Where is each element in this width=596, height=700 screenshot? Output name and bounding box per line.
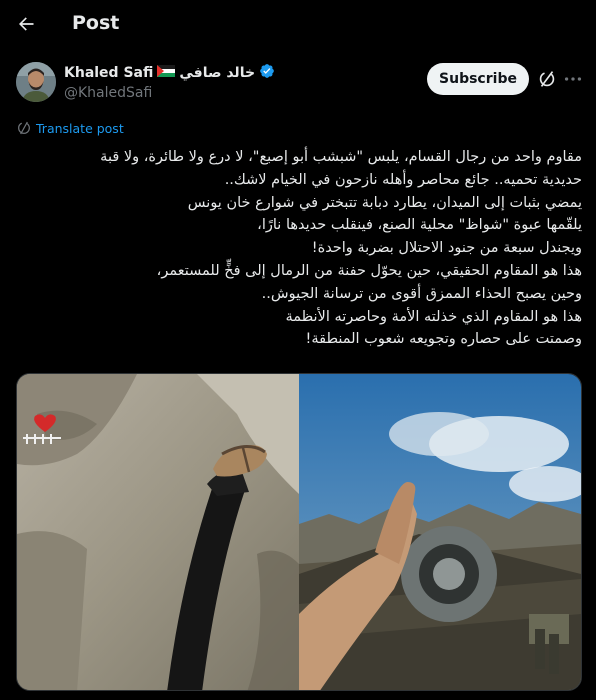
post-text-line: وصمتت على حصاره وتجويعه شعوب المنطقة!	[305, 331, 582, 348]
author-handle[interactable]: @KhaledSafi	[64, 85, 275, 101]
post-text-line: يمضي بثبات إلى الميدان، يطارد دبابة تتبخ…	[187, 194, 582, 211]
post-body: مقاوم واحد من رجال القسام، يلبس "شبشب أب…	[16, 146, 582, 351]
post-text-line: هذا هو المقاوم الذي خذلته الأمة وحاصرته …	[285, 308, 582, 325]
grok-icon[interactable]	[536, 68, 558, 90]
arrow-left-icon	[19, 17, 34, 31]
author-names: Khaled Safi خالد صافي @KhaledSafi	[64, 63, 275, 101]
verified-badge-icon	[259, 63, 275, 83]
hand-placing-device-on-tank-photo[interactable]	[299, 374, 581, 690]
back-button[interactable]	[8, 6, 44, 42]
author-arabic-name[interactable]: خالد صافي	[179, 65, 255, 81]
translate-post-label: Translate post	[36, 120, 124, 136]
post-media	[16, 373, 582, 691]
sandal-foot-on-sand-photo[interactable]	[17, 374, 299, 690]
post-text-line: يلقّمها عبوة "شواظ" محلية الصنع، فينقلب …	[257, 217, 582, 234]
page-title: Post	[72, 12, 120, 34]
post-text-line: مقاوم واحد من رجال القسام، يلبس "شبشب أب…	[100, 149, 582, 165]
author-display-name[interactable]: Khaled Safi	[64, 65, 153, 81]
post-author: Khaled Safi خالد صافي @KhaledSafi Subscr…	[16, 60, 582, 108]
avatar[interactable]	[16, 62, 56, 102]
subscribe-button[interactable]: Subscribe	[427, 63, 529, 95]
translate-icon	[18, 121, 30, 135]
post-text-line: حديدية تحميه.. جائع محاصر وأهله نازحون ف…	[224, 171, 582, 188]
post-text-line: وحين يصبح الحذاء الممزق أقوى من ترسانة ا…	[261, 285, 582, 302]
translate-post-link[interactable]: Translate post	[16, 120, 124, 136]
post-text-line: هذا هو المقاوم الحقيقي، حين يحوّل حفنة م…	[156, 262, 582, 279]
top-bar: Post	[0, 0, 596, 52]
post-text-line: ويجندل سبعة من جنود الاحتلال بضربة واحدة…	[311, 240, 582, 257]
more-options-icon[interactable]	[562, 68, 584, 90]
palestine-flag-icon	[157, 65, 176, 81]
